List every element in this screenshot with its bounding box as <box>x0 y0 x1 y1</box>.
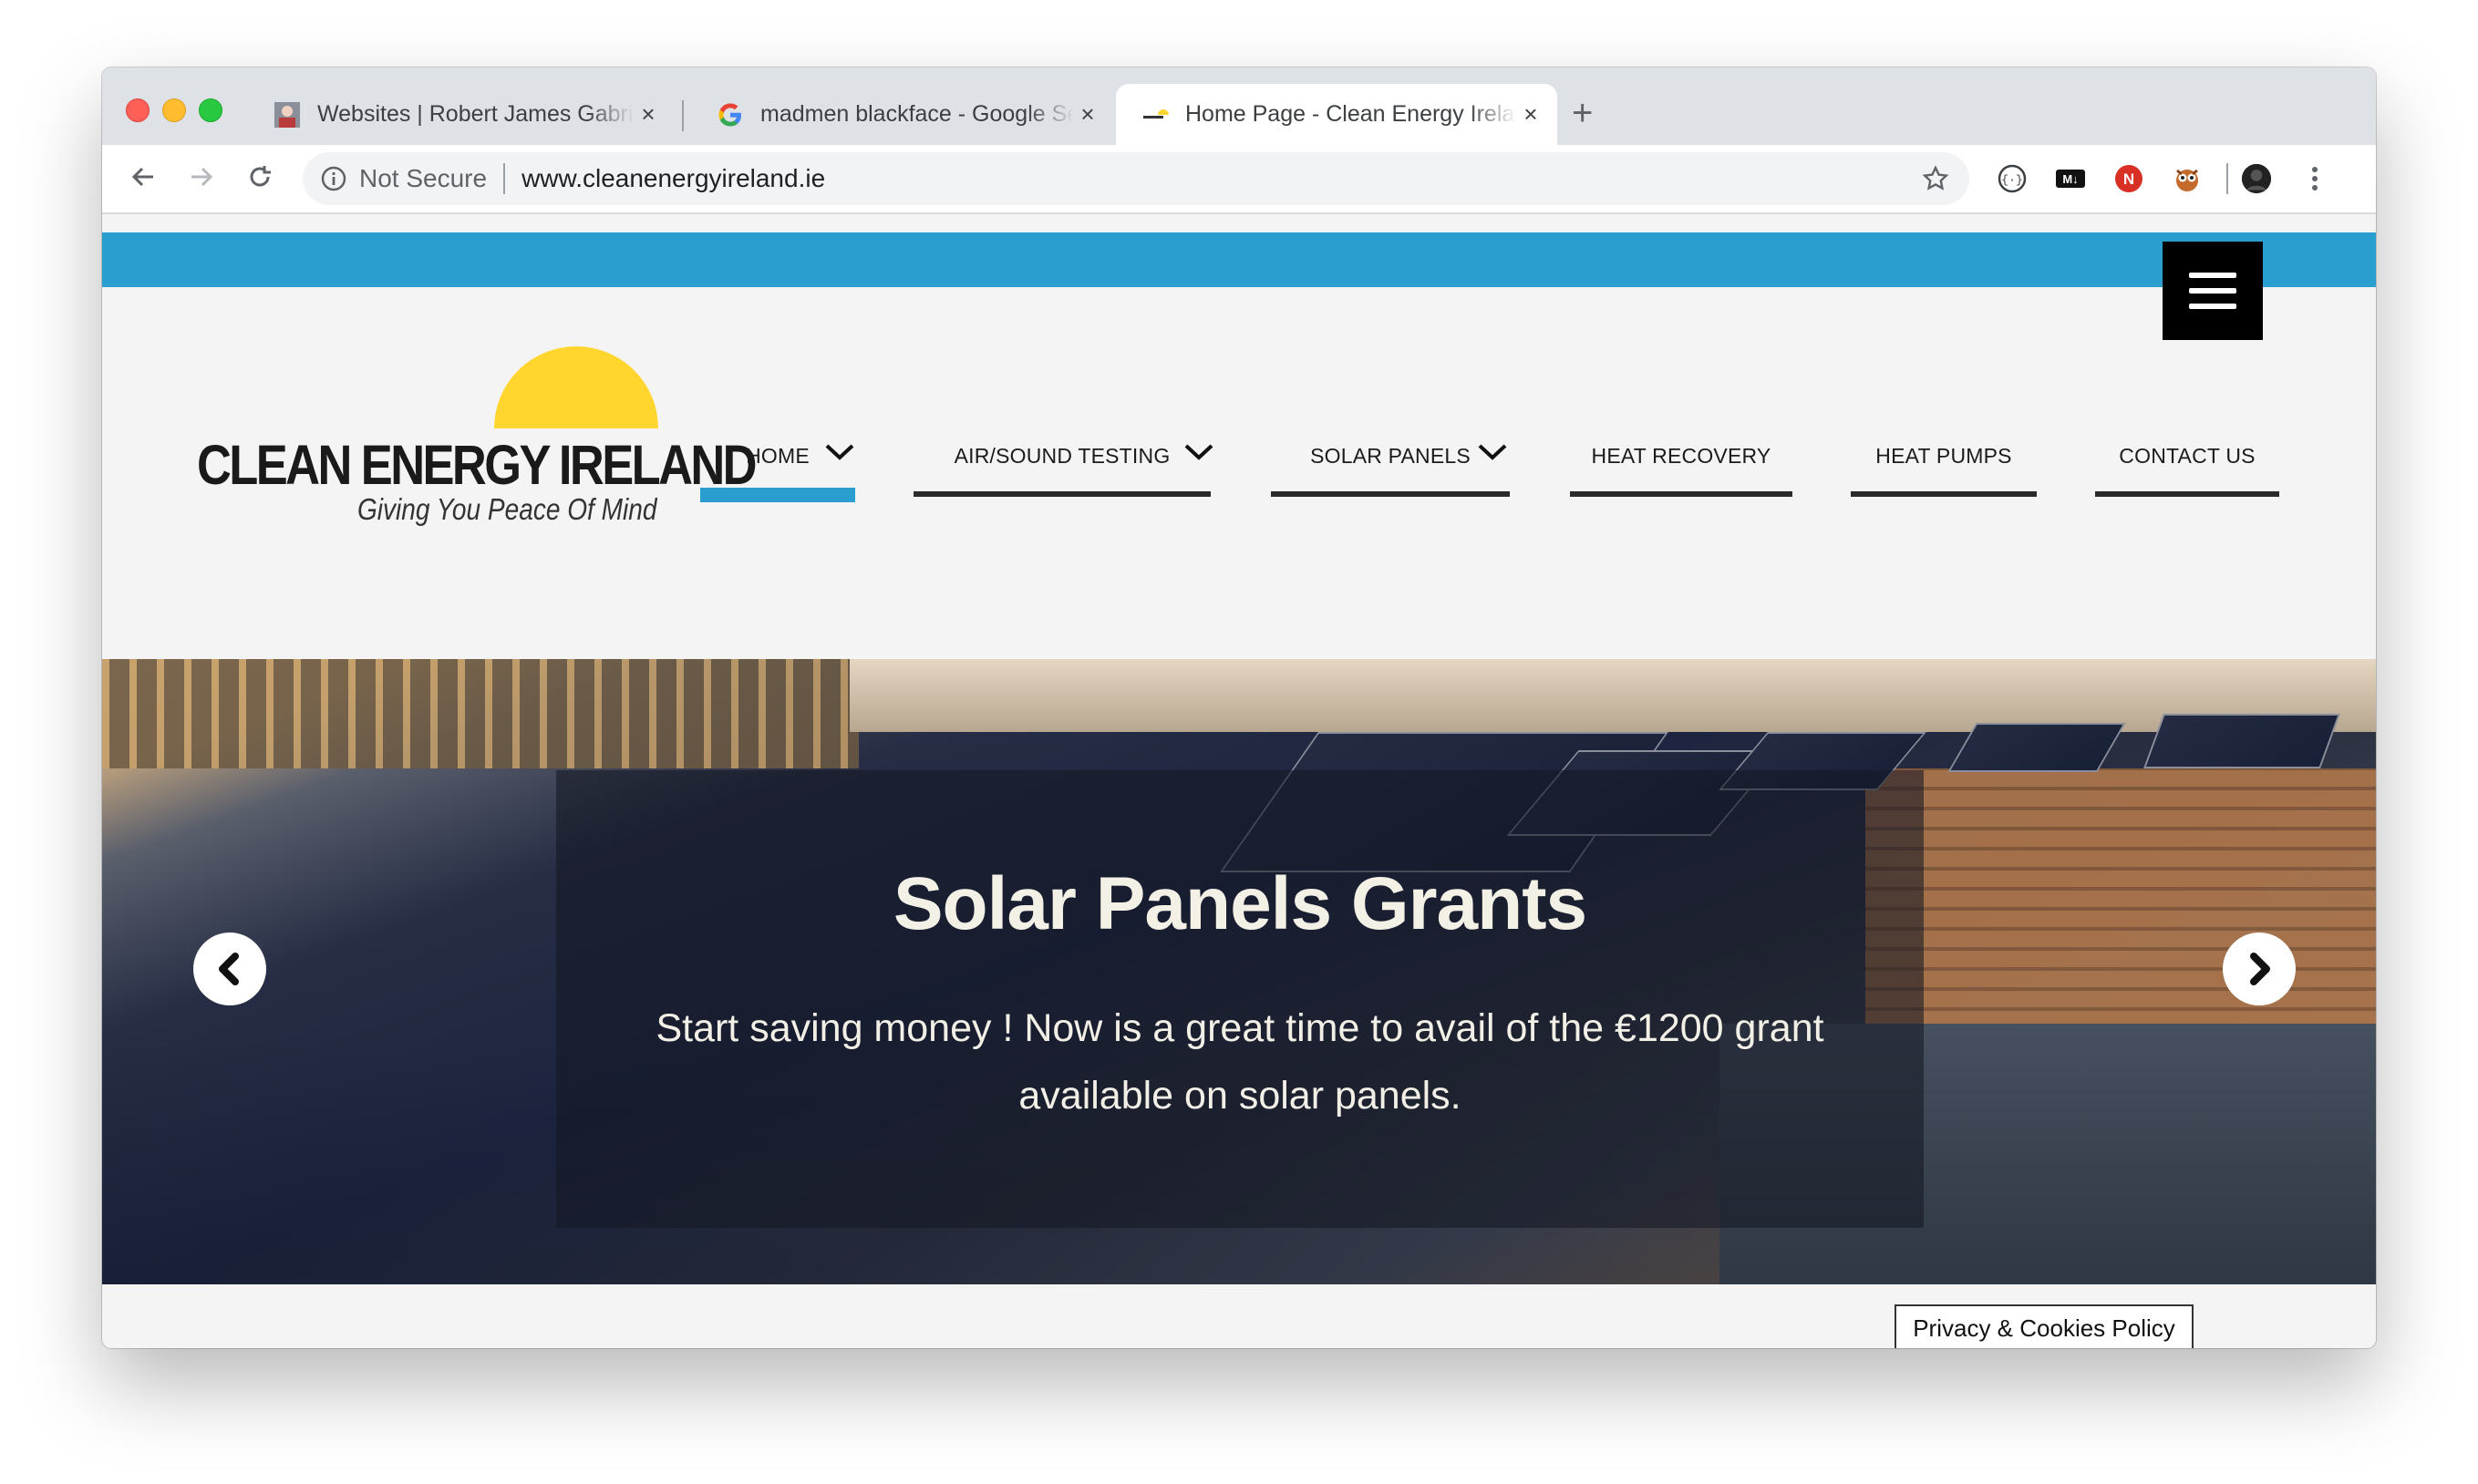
close-tab-icon[interactable]: × <box>1074 100 1101 129</box>
new-tab-button[interactable]: + <box>1572 95 1593 131</box>
avatar-favicon <box>274 101 300 128</box>
address-bar[interactable]: Not Secure www.cleanenergyireland.ie <box>303 152 1969 205</box>
info-icon[interactable] <box>321 166 346 191</box>
hamburger-menu-button[interactable] <box>2163 242 2263 340</box>
menu-item-label: AIR/SOUND TESTING <box>954 444 1171 468</box>
menu-underline <box>700 488 855 502</box>
menu-item-heat-recovery[interactable]: HEAT RECOVERY <box>1570 444 1792 497</box>
reload-button[interactable] <box>237 154 283 200</box>
menu-item-solar-panels[interactable]: SOLAR PANELS <box>1271 444 1510 497</box>
menu-underline <box>914 491 1211 497</box>
tab-title: madmen blackface - Google Search <box>760 101 1074 127</box>
minimize-window-button[interactable] <box>162 98 186 122</box>
tab-title: Websites | Robert James Gabriel <box>317 101 635 127</box>
site-logo[interactable]: CLEAN ENERGY IRELAND Giving You Peace Of… <box>197 346 758 529</box>
menu-item-heat-pumps[interactable]: HEAT PUMPS <box>1851 444 2037 497</box>
hero-slider: Solar Panels Grants Start saving money !… <box>102 659 2376 1284</box>
menu-underline <box>1851 491 2037 497</box>
omnibox-divider <box>503 163 506 194</box>
chevron-down-icon[interactable] <box>824 442 855 462</box>
menu-underline <box>2095 491 2279 497</box>
arrow-left-icon <box>131 167 153 187</box>
tab-clean-energy[interactable]: Home Page - Clean Energy Ireland × <box>1116 84 1557 145</box>
privacy-cookies-link[interactable]: Privacy & Cookies Policy <box>1895 1304 2194 1348</box>
menu-item-air-sound-testing[interactable]: AIR/SOUND TESTING <box>914 444 1211 497</box>
menu-item-label: SOLAR PANELS <box>1310 444 1471 468</box>
close-tab-icon[interactable]: × <box>1517 100 1544 129</box>
security-label: Not Secure <box>359 164 488 192</box>
chevron-down-icon[interactable] <box>1183 442 1214 462</box>
top-accent-bar <box>102 232 2376 287</box>
tab-google-search[interactable]: madmen blackface - Google Search × <box>691 84 1114 145</box>
close-window-button[interactable] <box>126 98 150 122</box>
slider-prev-button[interactable] <box>193 933 266 1005</box>
extension-owl-icon[interactable] <box>2172 163 2203 194</box>
zoom-window-button[interactable] <box>199 98 222 122</box>
svg-text:N: N <box>2123 170 2134 188</box>
sun-logo-icon <box>494 346 658 428</box>
more-menu-icon[interactable] <box>2299 163 2330 194</box>
chevron-right-icon <box>2250 953 2270 985</box>
svg-text:{·}: {·} <box>2001 173 2022 187</box>
extension-code-icon[interactable]: {·} <box>1997 163 2028 194</box>
extension-markdown-icon[interactable]: M↓ <box>2055 163 2086 194</box>
hero-text: Start saving money ! Now is a great time… <box>656 1006 1824 1118</box>
reload-icon <box>250 166 271 187</box>
toolbar-separator <box>2226 163 2228 194</box>
menu-item-label: CONTACT US <box>2119 444 2256 468</box>
hero-image-sky <box>850 659 2376 732</box>
profile-avatar[interactable] <box>2241 163 2272 194</box>
url-text[interactable]: www.cleanenergyireland.ie <box>521 164 825 193</box>
menu-underline <box>1271 491 1510 497</box>
browser-toolbar: Not Secure www.cleanenergyireland.ie {·}… <box>102 145 2376 214</box>
logo-name: CLEAN ENERGY IRELAND <box>197 434 758 496</box>
tab-separator <box>682 100 684 131</box>
hamburger-line <box>2189 304 2236 309</box>
slider-next-button[interactable] <box>2223 933 2296 1005</box>
menu-underline <box>1570 491 1792 497</box>
extension-red-n-icon[interactable]: N <box>2113 163 2144 194</box>
tab-title: Home Page - Clean Energy Ireland <box>1185 101 1517 127</box>
hero-title: Solar Panels Grants <box>893 862 1587 945</box>
logo-tagline: Giving You Peace Of Mind <box>356 492 656 526</box>
bookmark-star-icon[interactable] <box>1922 165 1949 192</box>
clean-energy-favicon <box>1143 108 1169 119</box>
hero-image-solar-panel <box>2143 714 2340 768</box>
hamburger-line <box>2189 288 2236 294</box>
close-tab-icon[interactable]: × <box>635 100 662 129</box>
tab-websites[interactable]: Websites | Robert James Gabriel × <box>248 84 675 145</box>
browser-window: Websites | Robert James Gabriel × madmen… <box>102 67 2376 1348</box>
menu-item-label: HEAT PUMPS <box>1875 444 2012 468</box>
menu-item-label: HEAT RECOVERY <box>1591 444 1771 468</box>
svg-text:M↓: M↓ <box>2062 172 2078 186</box>
back-button[interactable] <box>120 154 166 200</box>
arrow-right-icon <box>191 167 213 187</box>
web-page: CLEAN ENERGY IRELAND Giving You Peace Of… <box>102 214 2376 1348</box>
hero-image-solar-panel <box>1947 723 2126 772</box>
hero-image-scaffolding <box>102 659 859 768</box>
hamburger-line <box>2189 273 2236 278</box>
google-g-favicon <box>718 103 741 126</box>
tab-strip: Websites | Robert James Gabriel × madmen… <box>102 67 2376 145</box>
chevron-down-icon[interactable] <box>1477 442 1508 462</box>
chevron-left-icon <box>219 953 239 985</box>
forward-button[interactable] <box>179 154 224 200</box>
menu-item-contact-us[interactable]: CONTACT US <box>2095 444 2279 497</box>
